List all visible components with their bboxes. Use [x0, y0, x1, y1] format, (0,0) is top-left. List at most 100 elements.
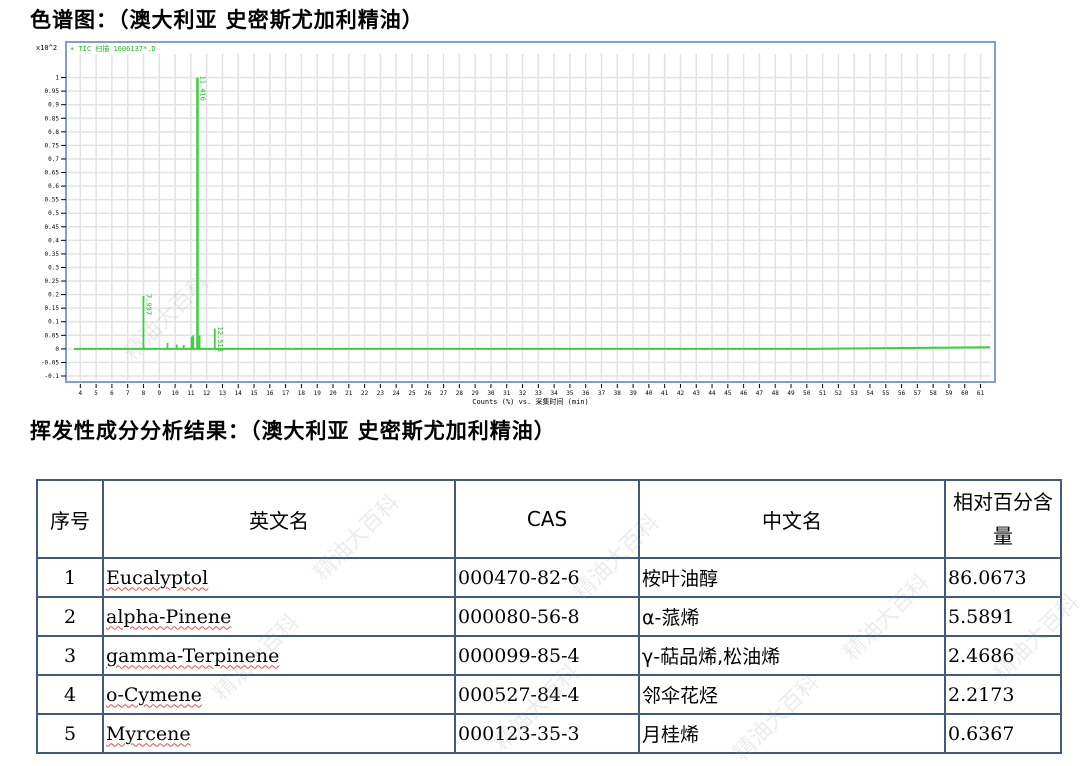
y-tick-label: -0.05	[41, 359, 59, 366]
chromatogram-heading: 色谱图：（澳大利亚 史密斯尤加利精油）	[30, 8, 424, 32]
english-name-text: Myrcene	[106, 722, 191, 745]
x-tick-label: 34	[550, 390, 558, 397]
cell-cas: 000099-85-4	[454, 635, 640, 676]
peak-label: 12.513	[216, 327, 224, 352]
x-tick-label: 21	[345, 390, 353, 397]
x-tick-label: 14	[235, 390, 243, 397]
table-row: 5 Myrcene 000123-35-3 月桂烯 0.6367	[36, 713, 1062, 754]
x-tick-label: 13	[219, 390, 227, 397]
y-tick-label: 0.4	[48, 237, 59, 244]
y-tick-label: 0	[55, 346, 59, 353]
x-tick-label: 52	[835, 390, 843, 397]
y-tick-label: 0.65	[45, 170, 60, 177]
cell-cas: 000527-84-4	[454, 674, 640, 715]
x-tick-label: 38	[614, 390, 622, 397]
x-tick-label: 11	[187, 390, 195, 397]
table-row: 4 o-Cymene 000527-84-4 邻伞花烃 2.2173	[36, 674, 1062, 715]
x-tick-label: 39	[629, 390, 637, 397]
table-row: 1 Eucalyptol 000470-82-6 桉叶油醇 86.0673	[36, 557, 1062, 598]
cell-english-name: gamma-Terpinene	[102, 635, 456, 676]
col-header-chinese-name: 中文名	[638, 479, 946, 559]
x-tick-label: 54	[866, 390, 874, 397]
x-tick-label: 23	[377, 390, 385, 397]
baseline-trace	[74, 346, 991, 350]
cell-english-name: Myrcene	[102, 713, 456, 754]
cell-english-name: Eucalyptol	[102, 557, 456, 598]
x-tick-label: 29	[472, 390, 480, 397]
x-tick-label: 16	[266, 390, 274, 397]
peak-label: 11.416	[198, 76, 206, 101]
table-row: 3 gamma-Terpinene 000099-85-4 γ-萜品烯,松油烯 2.46…	[36, 635, 1062, 676]
x-tick-label: 25	[408, 390, 416, 397]
cell-relative-percent: 0.6367	[944, 713, 1062, 754]
cell-cas: 000080-56-8	[454, 596, 640, 637]
cell-relative-percent: 5.5891	[944, 596, 1062, 637]
col-header-cas: CAS	[454, 479, 640, 559]
x-tick-label: 56	[898, 390, 906, 397]
english-name-text: o-Cymene	[106, 683, 202, 706]
y-tick-label: 0.3	[48, 264, 59, 271]
y-tick-label: 0.1	[48, 319, 59, 326]
y-tick-label: 0.35	[45, 251, 60, 258]
col-header-relative-percent: 相对百分含量	[944, 479, 1062, 559]
x-tick-label: 20	[329, 390, 337, 397]
x-tick-label: 35	[566, 390, 574, 397]
x-tick-label: 37	[598, 390, 606, 397]
x-tick-label: 49	[787, 390, 795, 397]
cell-english-name: alpha-Pinene	[102, 596, 456, 637]
col-header-english-name: 英文名	[102, 479, 456, 559]
x-tick-label: 5	[94, 390, 98, 397]
cell-index: 3	[36, 635, 104, 676]
x-tick-label: 58	[930, 390, 938, 397]
x-tick-label: 10	[171, 390, 179, 397]
x-tick-label: 31	[503, 390, 511, 397]
cell-english-name: o-Cymene	[102, 674, 456, 715]
x-tick-label: 8	[142, 390, 146, 397]
x-tick-label: 44	[708, 390, 716, 397]
chromatogram-chart: -0.1 -0.05 0 0.05 0.1 0.15 0.2 0.25 0.3 0.35 0.4 0.…	[36, 41, 996, 406]
x-tick-label: 43	[693, 390, 701, 397]
x-tick-label: 15	[250, 390, 258, 397]
english-name-text: alpha-Pinene	[106, 605, 232, 628]
x-tick-label: 27	[440, 390, 448, 397]
cell-index: 4	[36, 674, 104, 715]
x-tick-label: 36	[582, 390, 590, 397]
x-tick-label: 46	[740, 390, 748, 397]
cell-index: 2	[36, 596, 104, 637]
y-tick-label: -0.1	[45, 373, 60, 380]
x-tick-label: 12	[203, 390, 211, 397]
x-tick-label: 45	[724, 390, 732, 397]
x-tick-label: 28	[456, 390, 464, 397]
cell-chinese-name: 桉叶油醇	[638, 557, 946, 598]
x-tick-label: 26	[424, 390, 432, 397]
x-tick-label: 24	[393, 390, 401, 397]
table-row: 2 alpha-Pinene 000080-56-8 α-蒎烯 5.5891	[36, 596, 1062, 637]
chart-legend: + TIC 扫描 1606137*.D	[70, 44, 156, 53]
cell-index: 5	[36, 713, 104, 754]
x-tick-label: 7	[126, 390, 130, 397]
english-name-text: gamma-Terpinene	[106, 644, 280, 667]
col-header-index: 序号	[36, 479, 104, 559]
x-tick-label: 47	[756, 390, 764, 397]
cell-relative-percent: 86.0673	[944, 557, 1062, 598]
x-tick-label: 22	[361, 390, 369, 397]
y-tick-label: 0.45	[45, 224, 60, 231]
cell-cas: 000123-35-3	[454, 713, 640, 754]
y-tick-label: 0.2	[48, 292, 59, 299]
y-tick-label: 0.5	[48, 210, 59, 217]
cell-cas: 000470-82-6	[454, 557, 640, 598]
chart-grid	[68, 54, 991, 380]
cell-chinese-name: 月桂烯	[638, 713, 946, 754]
cell-chinese-name: 邻伞花烃	[638, 674, 946, 715]
x-tick-label: 61	[977, 390, 985, 397]
x-tick-label: 4	[79, 390, 83, 397]
results-table: 序号 英文名 CAS 中文名 相对百分含量 1 Eucalyptol 000470-…	[36, 479, 1062, 754]
y-tick-label: 0.05	[45, 332, 60, 339]
cell-chinese-name: α-蒎烯	[638, 596, 946, 637]
x-tick-label: 41	[661, 390, 669, 397]
cell-relative-percent: 2.2173	[944, 674, 1062, 715]
x-tick-label: 57	[914, 390, 922, 397]
cell-chinese-name: γ-萜品烯,松油烯	[638, 635, 946, 676]
y-tick-label: 0.25	[45, 278, 60, 285]
x-tick-label: 30	[487, 390, 495, 397]
